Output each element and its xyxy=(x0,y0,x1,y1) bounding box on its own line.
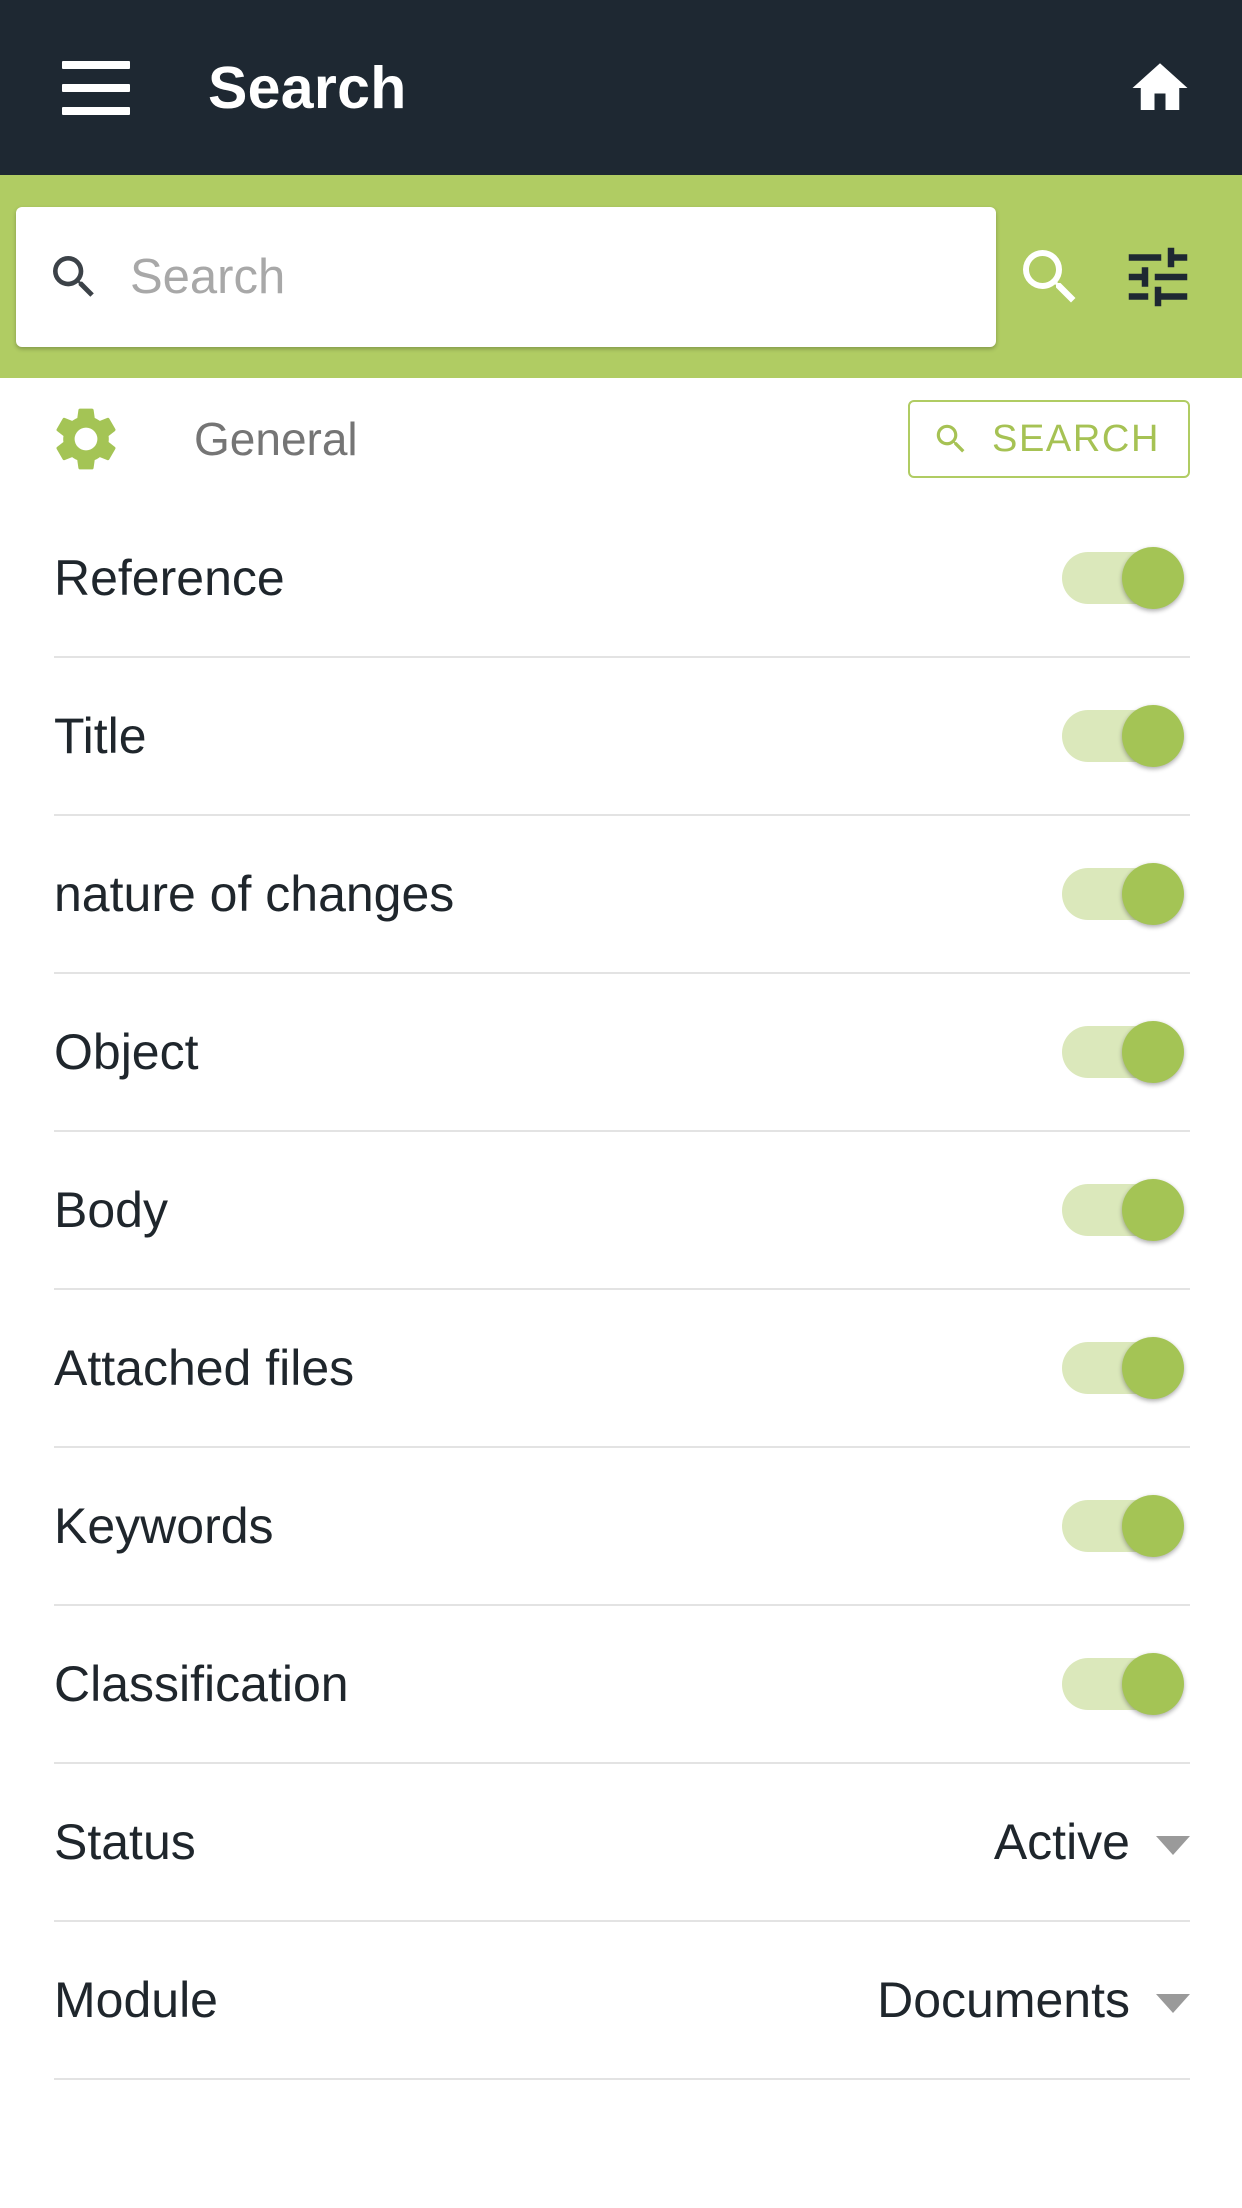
search-submit-button[interactable] xyxy=(996,223,1104,331)
table-row[interactable]: Classification xyxy=(54,1606,1190,1764)
search-input[interactable] xyxy=(130,206,966,347)
table-row[interactable]: Title xyxy=(54,658,1190,816)
row-label: Classification xyxy=(54,1656,349,1712)
status-dropdown-value: Active xyxy=(993,1814,1130,1870)
filter-settings-button[interactable] xyxy=(1104,223,1212,331)
module-dropdown-value: Documents xyxy=(877,1972,1130,2028)
home-icon[interactable] xyxy=(1124,55,1196,121)
toggle-switch-reference[interactable] xyxy=(1062,547,1184,609)
section-header-general: General SEARCH xyxy=(0,378,1242,500)
hamburger-menu-icon[interactable] xyxy=(62,60,130,115)
toggle-switch-classification[interactable] xyxy=(1062,1653,1184,1715)
table-row[interactable]: Status Active xyxy=(54,1764,1190,1922)
row-label: Body xyxy=(54,1182,168,1238)
toggle-switch-keywords[interactable] xyxy=(1062,1495,1184,1557)
chevron-down-icon xyxy=(1156,1993,1190,2013)
toggle-thumb xyxy=(1122,1337,1184,1399)
toggle-thumb xyxy=(1122,1179,1184,1241)
toggle-switch-nature-of-changes[interactable] xyxy=(1062,863,1184,925)
gear-icon xyxy=(46,399,126,479)
search-bar-strip xyxy=(0,175,1242,378)
toggle-thumb xyxy=(1122,1021,1184,1083)
hamburger-line xyxy=(62,83,130,92)
chevron-down-icon xyxy=(1156,1835,1190,1855)
row-label: Attached files xyxy=(54,1340,355,1396)
row-label: Reference xyxy=(54,550,285,606)
row-label: Keywords xyxy=(54,1498,274,1554)
row-label: Title xyxy=(54,708,147,764)
toggle-thumb xyxy=(1122,1653,1184,1715)
search-icon xyxy=(53,255,94,297)
search-icon xyxy=(936,424,965,453)
module-dropdown[interactable]: Documents xyxy=(877,1971,1190,2029)
page-title: Search xyxy=(208,54,407,121)
toggle-switch-attached-files[interactable] xyxy=(1062,1337,1184,1399)
row-label: Module xyxy=(54,1972,218,2028)
hamburger-line xyxy=(62,60,130,69)
table-row[interactable]: Body xyxy=(54,1132,1190,1290)
table-row[interactable]: Object xyxy=(54,974,1190,1132)
toggle-thumb xyxy=(1122,547,1184,609)
toggle-switch-object[interactable] xyxy=(1062,1021,1184,1083)
toggle-switch-body[interactable] xyxy=(1062,1179,1184,1241)
status-dropdown[interactable]: Active xyxy=(994,1813,1190,1871)
table-row[interactable]: Keywords xyxy=(54,1448,1190,1606)
app-bar: Search xyxy=(0,0,1242,175)
table-row[interactable]: Attached files xyxy=(54,1290,1190,1448)
app-screen: Search General xyxy=(0,0,1242,2208)
gear-icon-glyph xyxy=(56,408,116,470)
section-title: General xyxy=(194,413,358,465)
search-button[interactable]: SEARCH xyxy=(908,400,1190,478)
search-field-container[interactable] xyxy=(16,206,996,347)
toggle-thumb xyxy=(1122,863,1184,925)
row-label: Object xyxy=(54,1024,199,1080)
row-label: nature of changes xyxy=(54,866,455,922)
row-label: Status xyxy=(54,1814,196,1870)
search-icon xyxy=(1023,249,1076,302)
search-button-label: SEARCH xyxy=(992,417,1160,460)
toggle-thumb xyxy=(1122,1495,1184,1557)
table-row[interactable]: Module Documents xyxy=(54,1922,1190,2080)
toggle-switch-title[interactable] xyxy=(1062,705,1184,767)
tune-sliders-icon xyxy=(1128,247,1188,306)
table-row[interactable]: Reference xyxy=(54,500,1190,658)
table-row[interactable]: nature of changes xyxy=(54,816,1190,974)
hamburger-line xyxy=(62,106,130,115)
toggle-thumb xyxy=(1122,705,1184,767)
settings-list: Reference Title nature of changes Object… xyxy=(0,500,1242,2080)
